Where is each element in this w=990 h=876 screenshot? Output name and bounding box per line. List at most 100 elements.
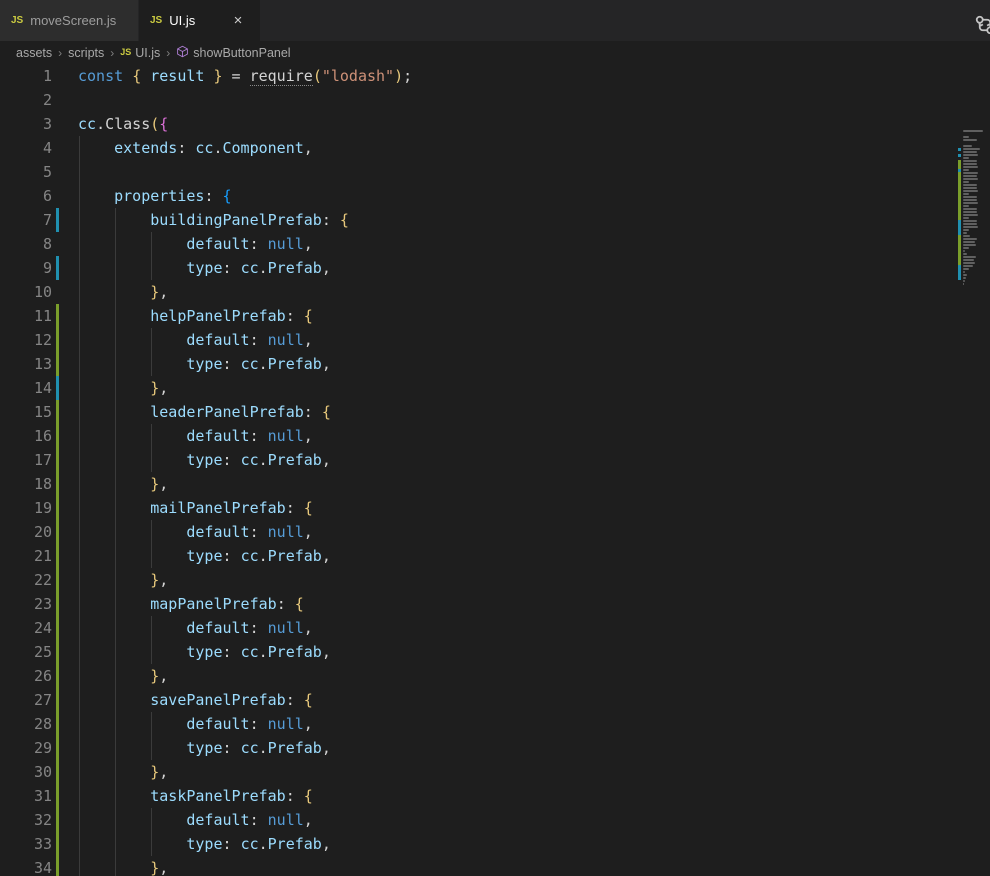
breadcrumb-item-scripts[interactable]: scripts [68,46,104,60]
js-file-icon: JS [150,14,163,26]
gutter-added-indicator[interactable] [56,472,59,496]
minimap-line [963,202,979,204]
gutter-added-indicator[interactable] [56,688,59,712]
gutter-added-indicator[interactable] [56,664,59,688]
code-line[interactable]: 9 type: cc.Prefab, [0,256,990,280]
minimap[interactable] [958,130,990,876]
gutter-modified-indicator[interactable] [56,208,59,232]
code-line[interactable]: 16 default: null, [0,424,990,448]
code-line[interactable]: 14 }, [0,376,990,400]
code-line[interactable]: 8 default: null, [0,232,990,256]
indent-guide [79,664,80,688]
gutter-added-indicator[interactable] [56,856,59,876]
indent-guide [115,592,117,616]
line-number: 31 [33,787,52,805]
line-number: 28 [33,715,52,733]
indent-guide [151,808,153,832]
code-text: }, [150,667,169,685]
code-line[interactable]: 15 leaderPanelPrefab: { [0,400,990,424]
gutter-added-indicator[interactable] [56,736,59,760]
code-line[interactable]: 10 }, [0,280,990,304]
indent-guide [115,472,117,496]
line-number: 21 [33,547,52,565]
code-line[interactable]: 5 [0,160,990,184]
code-line[interactable]: 17 type: cc.Prefab, [0,448,990,472]
gutter-added-indicator[interactable] [56,832,59,856]
code-line[interactable]: 19 mailPanelPrefab: { [0,496,990,520]
line-number: 10 [33,283,52,301]
gutter-added-indicator[interactable] [56,448,59,472]
code-line[interactable]: 31 taskPanelPrefab: { [0,784,990,808]
code-line[interactable]: 13 type: cc.Prefab, [0,352,990,376]
breadcrumb-item-assets[interactable]: assets [16,46,52,60]
code-line[interactable]: 18 }, [0,472,990,496]
gutter-added-indicator[interactable] [56,592,59,616]
gutter-added-indicator[interactable] [56,544,59,568]
gutter-added-indicator[interactable] [56,568,59,592]
code-line[interactable]: 4 extends: cc.Component, [0,136,990,160]
gutter-added-indicator[interactable] [56,712,59,736]
gutter-added-indicator[interactable] [56,328,59,352]
indent-guide [115,352,117,376]
compare-changes-icon[interactable] [973,15,990,41]
gutter-added-indicator[interactable] [56,808,59,832]
minimap-line [963,214,979,216]
code-line[interactable]: 1 const { result } = require("lodash"); [0,64,990,88]
gutter-modified-indicator[interactable] [56,376,59,400]
minimap-line [963,256,977,258]
code-line[interactable]: 23 mapPanelPrefab: { [0,592,990,616]
code-line[interactable]: 24 default: null, [0,616,990,640]
minimap-line [963,268,969,270]
code-line[interactable]: 21 type: cc.Prefab, [0,544,990,568]
code-line[interactable]: 33 type: cc.Prefab, [0,832,990,856]
minimap-line [963,172,979,174]
code-line[interactable]: 7 buildingPanelPrefab: { [0,208,990,232]
gutter-added-indicator[interactable] [56,352,59,376]
indent-guide [115,448,117,472]
minimap-modified-mark [958,265,961,280]
code-line[interactable]: 29 type: cc.Prefab, [0,736,990,760]
gutter-added-indicator[interactable] [56,784,59,808]
gutter-added-indicator[interactable] [56,496,59,520]
editor-actions [973,13,990,42]
gutter-added-indicator[interactable] [56,304,59,328]
gutter-added-indicator[interactable] [56,424,59,448]
indent-guide [151,424,153,448]
gutter-added-indicator[interactable] [56,640,59,664]
line-number: 5 [42,163,52,181]
indent-guide [79,784,80,808]
code-line[interactable]: 11 helpPanelPrefab: { [0,304,990,328]
code-line[interactable]: 12 default: null, [0,328,990,352]
code-line[interactable]: 3 cc.Class({ [0,112,990,136]
code-line[interactable]: 32 default: null, [0,808,990,832]
code-line[interactable]: 26 }, [0,664,990,688]
minimap-line [963,139,978,141]
code-text: leaderPanelPrefab: { [150,403,331,421]
minimap-line [963,226,979,228]
tab-movescreen-js[interactable]: JS moveScreen.js [0,0,139,41]
code-line[interactable]: 6 properties: { [0,184,990,208]
tab-ui-js[interactable]: JS UI.js × [139,0,261,41]
code-line[interactable]: 34 }, [0,856,990,876]
breadcrumb-item-file[interactable]: JS UI.js [120,46,160,60]
code-line[interactable]: 30 }, [0,760,990,784]
close-icon[interactable]: × [228,11,248,31]
code-line[interactable]: 27 savePanelPrefab: { [0,688,990,712]
tab-bar: JS moveScreen.js JS UI.js × [0,0,990,41]
gutter-added-indicator[interactable] [56,760,59,784]
code-line[interactable]: 20 default: null, [0,520,990,544]
minimap-line [963,145,973,147]
indent-guide [79,160,80,184]
code-line[interactable]: 22 }, [0,568,990,592]
gutter-added-indicator[interactable] [56,520,59,544]
code-line[interactable]: 25 type: cc.Prefab, [0,640,990,664]
code-line[interactable]: 28 default: null, [0,712,990,736]
code-text: extends: cc.Component, [114,139,313,157]
breadcrumb-item-symbol[interactable]: showButtonPanel [176,45,291,61]
minimap-modified-mark [958,220,961,235]
gutter-added-indicator[interactable] [56,400,59,424]
code-line[interactable]: 2 [0,88,990,112]
gutter-added-indicator[interactable] [56,616,59,640]
gutter-modified-indicator[interactable] [56,256,59,280]
code-editor[interactable]: 1 const { result } = require("lodash"); 2 3… [0,64,990,876]
